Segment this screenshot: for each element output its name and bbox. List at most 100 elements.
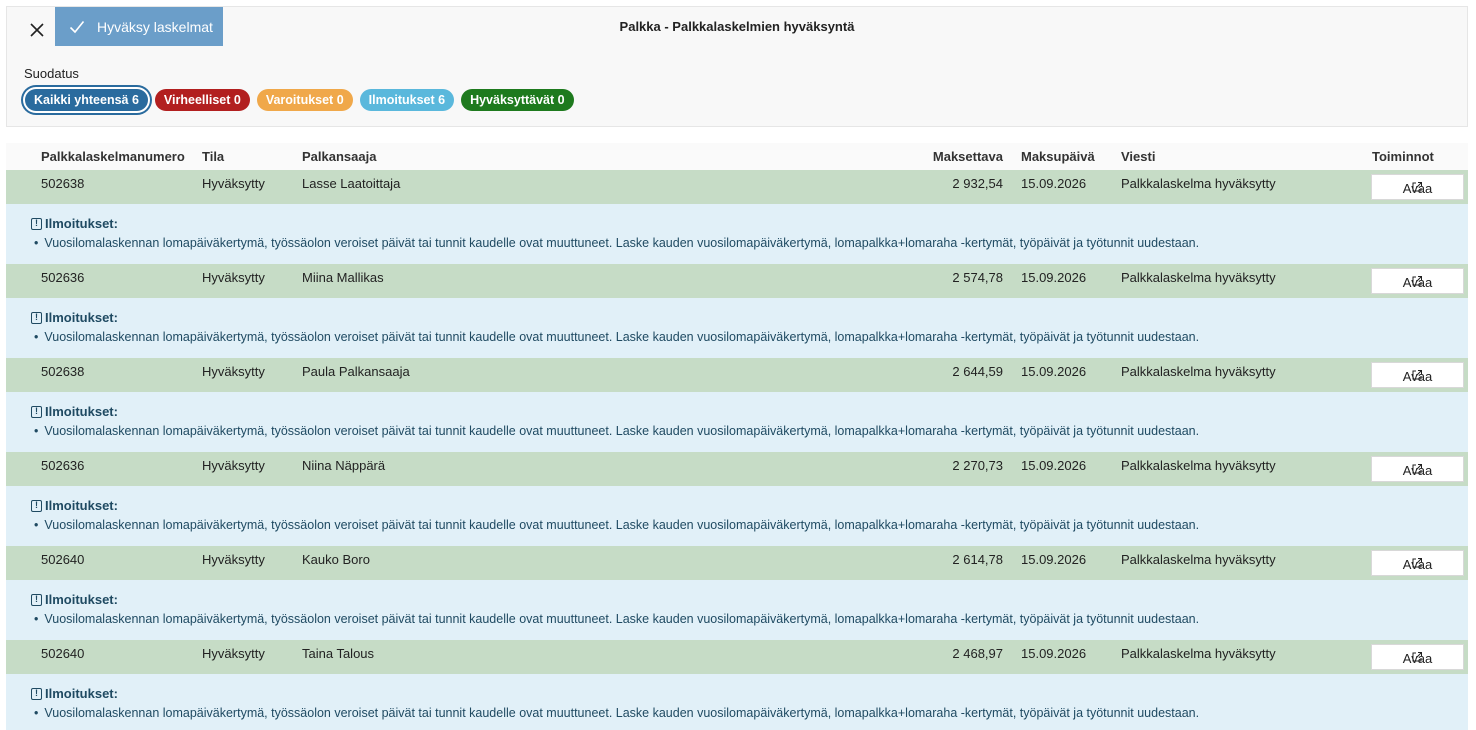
notice-text: Vuosilomalaskennan lomapäiväkertymä, työ… <box>34 612 1199 626</box>
close-button[interactable] <box>19 11 55 49</box>
row-amount: 2 468,97 <box>952 646 1003 661</box>
table-row[interactable]: 502636 Hyväksytty Niina Näppärä 2 270,73… <box>6 452 1468 486</box>
row-amount: 2 270,73 <box>952 458 1003 473</box>
open-button-label: Avaa <box>1402 369 1433 384</box>
row-message: Palkkalaskelma hyväksytty <box>1121 646 1276 661</box>
row-recipient: Paula Palkansaaja <box>302 364 410 379</box>
row-message: Palkkalaskelma hyväksytty <box>1121 458 1276 473</box>
filter-approvable-pill[interactable]: Hyväksyttävät 0 <box>461 89 574 111</box>
column-header-actions: Toiminnot <box>1372 149 1434 164</box>
filter-label: Suodatus <box>24 66 79 81</box>
notice-title: ! Ilmoitukset: <box>31 686 118 701</box>
notice-panel: !Ilmoitukset: Vuosilomalaskennan lomapäi… <box>6 204 1468 264</box>
row-message: Palkkalaskelma hyväksytty <box>1121 552 1276 567</box>
close-icon <box>30 23 44 37</box>
notice-title-text: Ilmoitukset: <box>45 310 118 325</box>
notice-text: Vuosilomalaskennan lomapäiväkertymä, työ… <box>34 330 1199 344</box>
checkmark-icon <box>69 20 85 34</box>
row-amount: 2 644,59 <box>952 364 1003 379</box>
row-number: 502640 <box>41 646 85 661</box>
row-status: Hyväksytty <box>202 364 265 379</box>
filter-all-pill[interactable]: Kaikki yhteensä 6 <box>25 89 148 111</box>
column-header-date[interactable]: Maksupäivä <box>1021 149 1095 164</box>
notice-panel: !Ilmoitukset: Vuosilomalaskennan lomapäi… <box>6 580 1468 640</box>
notice-title-text: Ilmoitukset: <box>45 592 118 607</box>
row-amount: 2 574,78 <box>952 270 1003 285</box>
row-date: 15.09.2026 <box>1021 176 1087 191</box>
open-button[interactable]: Avaa <box>1371 362 1464 388</box>
notice-title-text: Ilmoitukset: <box>45 404 118 419</box>
notice-text: Vuosilomalaskennan lomapäiväkertymä, työ… <box>34 706 1199 720</box>
row-number: 502638 <box>41 176 85 191</box>
row-recipient: Lasse Laatoittaja <box>302 176 401 191</box>
row-amount: 2 932,54 <box>952 176 1003 191</box>
notice-text: Vuosilomalaskennan lomapäiväkertymä, työ… <box>34 518 1199 532</box>
notice-text: Vuosilomalaskennan lomapäiväkertymä, työ… <box>34 236 1199 250</box>
open-button-label: Avaa <box>1402 181 1433 196</box>
open-button[interactable]: Avaa <box>1371 174 1464 200</box>
open-button[interactable]: Avaa <box>1371 268 1464 294</box>
row-status: Hyväksytty <box>202 646 265 661</box>
column-header-message[interactable]: Viesti <box>1121 149 1155 164</box>
row-date: 15.09.2026 <box>1021 552 1087 567</box>
row-recipient: Taina Talous <box>302 646 375 661</box>
row-recipient: Miina Mallikas <box>302 270 384 285</box>
exclamation-icon: ! <box>31 687 42 700</box>
notice-title: ! Ilmoitukset: <box>31 216 118 231</box>
notice-title: ! Ilmoitukset: <box>31 404 118 419</box>
row-status: Hyväksytty <box>202 270 265 285</box>
row-recipient: Niina Näppärä <box>302 458 386 473</box>
notice-title-text: Ilmoitukset: <box>45 498 118 513</box>
table-row[interactable]: 502638 Hyväksytty Lasse Laatoittaja 2 93… <box>6 170 1468 204</box>
table-header: Palkkalaskelmanumero Tila Palkansaaja Ma… <box>6 143 1468 170</box>
row-status: Hyväksytty <box>202 458 265 473</box>
exclamation-icon: ! <box>31 217 42 230</box>
open-button[interactable]: Avaa <box>1371 550 1464 576</box>
column-header-recipient[interactable]: Palkansaaja <box>302 149 376 164</box>
table-row[interactable]: 502640 Hyväksytty Kauko Boro 2 614,78 15… <box>6 546 1468 580</box>
exclamation-icon: ! <box>31 593 42 606</box>
row-number: 502638 <box>41 364 85 379</box>
row-date: 15.09.2026 <box>1021 458 1087 473</box>
filter-warnings-pill[interactable]: Varoitukset 0 <box>256 89 353 111</box>
column-header-amount[interactable]: Maksettava <box>933 149 1003 164</box>
notice-panel: !Ilmoitukset: Vuosilomalaskennan lomapäi… <box>6 486 1468 546</box>
notice-panel: !Ilmoitukset: Vuosilomalaskennan lomapäi… <box>6 674 1468 730</box>
table-row[interactable]: 502638 Hyväksytty Paula Palkansaaja 2 64… <box>6 358 1468 392</box>
row-message: Palkkalaskelma hyväksytty <box>1121 270 1276 285</box>
approve-calculations-button[interactable]: Hyväksy laskelmat <box>55 7 223 46</box>
row-message: Palkkalaskelma hyväksytty <box>1121 364 1276 379</box>
filter-notices-pill[interactable]: Ilmoitukset 6 <box>359 89 455 111</box>
approve-calculations-label: Hyväksy laskelmat <box>97 18 213 35</box>
exclamation-icon: ! <box>31 405 42 418</box>
open-button[interactable]: Avaa <box>1371 456 1464 482</box>
notice-panel: !Ilmoitukset: Vuosilomalaskennan lomapäi… <box>6 298 1468 358</box>
row-number: 502636 <box>41 270 85 285</box>
row-number: 502640 <box>41 552 85 567</box>
filter-errors-pill[interactable]: Virheelliset 0 <box>154 89 250 111</box>
exclamation-icon: ! <box>31 499 42 512</box>
notice-title-text: Ilmoitukset: <box>45 216 118 231</box>
notice-title: ! Ilmoitukset: <box>31 310 118 325</box>
row-date: 15.09.2026 <box>1021 646 1087 661</box>
row-amount: 2 614,78 <box>952 552 1003 567</box>
table-row[interactable]: 502640 Hyväksytty Taina Talous 2 468,97 … <box>6 640 1468 674</box>
row-recipient: Kauko Boro <box>302 552 370 567</box>
open-button[interactable]: Avaa <box>1371 644 1464 670</box>
filter-pills: Kaikki yhteensä 6 Virheelliset 0 Varoitu… <box>23 89 574 111</box>
notice-title: ! Ilmoitukset: <box>31 498 118 513</box>
column-header-number[interactable]: Palkkalaskelmanumero <box>41 149 185 164</box>
exclamation-icon: ! <box>31 311 42 324</box>
open-button-label: Avaa <box>1402 651 1433 666</box>
row-date: 15.09.2026 <box>1021 270 1087 285</box>
page-title: Palkka - Palkkalaskelmien hyväksyntä <box>619 19 855 34</box>
row-status: Hyväksytty <box>202 176 265 191</box>
header-panel: Hyväksy laskelmat Palkka - Palkkalaskelm… <box>6 6 1468 127</box>
row-message: Palkkalaskelma hyväksytty <box>1121 176 1276 191</box>
open-button-label: Avaa <box>1402 275 1433 290</box>
row-number: 502636 <box>41 458 85 473</box>
notice-panel: !Ilmoitukset: Vuosilomalaskennan lomapäi… <box>6 392 1468 452</box>
column-header-status[interactable]: Tila <box>202 149 224 164</box>
notice-title-text: Ilmoitukset: <box>45 686 118 701</box>
table-row[interactable]: 502636 Hyväksytty Miina Mallikas 2 574,7… <box>6 264 1468 298</box>
